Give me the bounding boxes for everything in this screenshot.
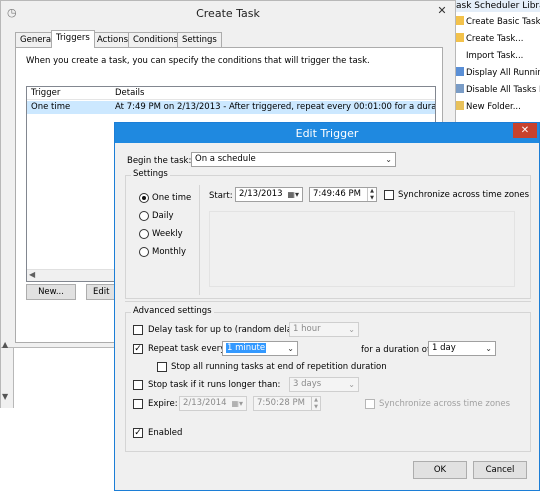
scroll-up-icon[interactable]: ▲	[2, 340, 8, 349]
settings-divider	[199, 185, 200, 295]
create-task-icon	[456, 33, 464, 42]
new-folder-icon	[456, 101, 464, 110]
scroll-left-icon[interactable]: ◀	[29, 270, 35, 279]
begin-task-label: Begin the task:	[127, 156, 192, 166]
calendar-icon: ▦▾	[231, 399, 243, 408]
radio-monthly-label[interactable]: Monthly	[152, 247, 186, 257]
schedule-options-area	[209, 211, 515, 287]
row-trigger-cell: One time	[31, 102, 71, 112]
chevron-down-icon: ⌄	[348, 325, 355, 334]
chevron-down-icon: ⌄	[348, 380, 355, 389]
radio-daily-label[interactable]: Daily	[152, 211, 174, 221]
time-spinner-icon[interactable]: ▲ ▼	[311, 397, 320, 410]
action-display-running[interactable]: Display All Running	[456, 65, 540, 82]
table-row[interactable]: One time At 7:49 PM on 2/13/2013 - After…	[27, 101, 436, 114]
expire-sync-checkbox[interactable]	[365, 399, 375, 409]
tab-settings[interactable]: Settings	[177, 32, 222, 47]
actions-pane-header: ask Scheduler Libra	[456, 0, 540, 12]
scroll-down-icon[interactable]: ▼	[2, 392, 8, 401]
new-trigger-button[interactable]: New...	[26, 284, 76, 300]
chevron-down-icon: ⌄	[385, 155, 392, 164]
close-icon: ✕	[437, 4, 447, 17]
display-running-icon	[456, 67, 464, 76]
action-import-task[interactable]: Import Task...	[456, 48, 540, 65]
sync-time-zones-label[interactable]: Synchronize across time zones	[398, 190, 529, 200]
enabled-label[interactable]: Enabled	[148, 428, 182, 438]
edit-trigger-dialog: Edit Trigger ✕ Begin the task: On a sche…	[114, 122, 540, 491]
edit-trigger-title: Edit Trigger	[295, 127, 359, 140]
chevron-down-icon: ⌄	[287, 344, 294, 353]
delay-task-label[interactable]: Delay task for up to (random delay):	[148, 325, 303, 335]
expire-checkbox[interactable]	[133, 399, 143, 409]
radio-monthly[interactable]	[139, 247, 149, 257]
radio-weekly-label[interactable]: Weekly	[152, 229, 183, 239]
group-separator	[125, 301, 531, 302]
start-label: Start:	[209, 191, 233, 201]
ok-button[interactable]: OK	[413, 461, 467, 479]
column-trigger[interactable]: Trigger	[31, 88, 60, 98]
disable-history-icon	[456, 84, 464, 93]
action-create-basic-task[interactable]: Create Basic Task...	[456, 14, 540, 31]
create-basic-task-icon	[456, 16, 464, 25]
begin-task-select[interactable]: On a schedule ⌄	[191, 152, 396, 167]
radio-one-time-label[interactable]: One time	[152, 193, 191, 203]
stop-all-tasks-label[interactable]: Stop all running tasks at end of repetit…	[171, 362, 387, 372]
chevron-down-icon: ⌄	[485, 344, 492, 353]
column-details[interactable]: Details	[115, 88, 144, 98]
duration-label: for a duration of:	[361, 345, 433, 355]
expire-time-picker[interactable]: 7:50:28 PM ▲ ▼	[253, 396, 321, 411]
import-task-icon	[456, 50, 464, 59]
cancel-button[interactable]: Cancel	[473, 461, 527, 479]
row-details-cell: At 7:49 PM on 2/13/2013 - After triggere…	[115, 102, 436, 112]
close-icon: ✕	[520, 125, 530, 136]
triggers-description: When you create a task, you can specify …	[26, 56, 370, 66]
advanced-settings-legend: Advanced settings	[131, 306, 214, 316]
stop-all-tasks-checkbox[interactable]	[157, 362, 167, 372]
stop-task-longer-label[interactable]: Stop task if it runs longer than:	[148, 380, 280, 390]
actions-pane: ask Scheduler Libra Create Basic Task...…	[456, 0, 540, 120]
expire-sync-label[interactable]: Synchronize across time zones	[379, 399, 510, 409]
radio-weekly[interactable]	[139, 229, 149, 239]
radio-daily[interactable]	[139, 211, 149, 221]
delay-task-checkbox[interactable]	[133, 325, 143, 335]
expire-label[interactable]: Expire:	[148, 399, 178, 409]
enabled-checkbox[interactable]: ✓	[133, 428, 143, 438]
create-task-title: Create Task	[196, 7, 260, 20]
repeat-interval-select[interactable]: 1 minute ⌄	[222, 341, 298, 356]
triggers-list-header: Trigger Details	[27, 87, 435, 100]
tab-triggers[interactable]: Triggers	[51, 30, 95, 48]
sync-time-zones-checkbox[interactable]	[384, 190, 394, 200]
settings-legend: Settings	[131, 169, 170, 179]
expire-date-picker[interactable]: 2/13/2014 ▦▾	[179, 396, 247, 411]
create-task-close-button[interactable]: ✕	[428, 1, 456, 21]
action-disable-history[interactable]: Disable All Tasks Hi	[456, 82, 540, 99]
action-new-folder[interactable]: New Folder...	[456, 99, 540, 116]
stop-task-longer-checkbox[interactable]	[133, 380, 143, 390]
tab-actions[interactable]: Actions	[92, 32, 134, 47]
stop-duration-select[interactable]: 3 days ⌄	[289, 377, 359, 392]
start-time-picker[interactable]: 7:49:46 PM ▲ ▼	[309, 187, 377, 202]
start-date-picker[interactable]: 2/13/2013 ▦▾	[235, 187, 303, 202]
repeat-task-label[interactable]: Repeat task every:	[148, 344, 227, 354]
tab-conditions[interactable]: Conditions	[128, 32, 183, 47]
radio-one-time[interactable]	[139, 193, 149, 203]
action-create-task[interactable]: Create Task...	[456, 31, 540, 48]
calendar-icon: ▦▾	[287, 190, 299, 199]
time-spinner-icon[interactable]: ▲ ▼	[367, 188, 376, 201]
edit-trigger-close-button[interactable]: ✕	[513, 123, 537, 138]
duration-select[interactable]: 1 day ⌄	[428, 341, 496, 356]
repeat-task-checkbox[interactable]: ✓	[133, 344, 143, 354]
delay-select[interactable]: 1 hour ⌄	[289, 322, 359, 337]
